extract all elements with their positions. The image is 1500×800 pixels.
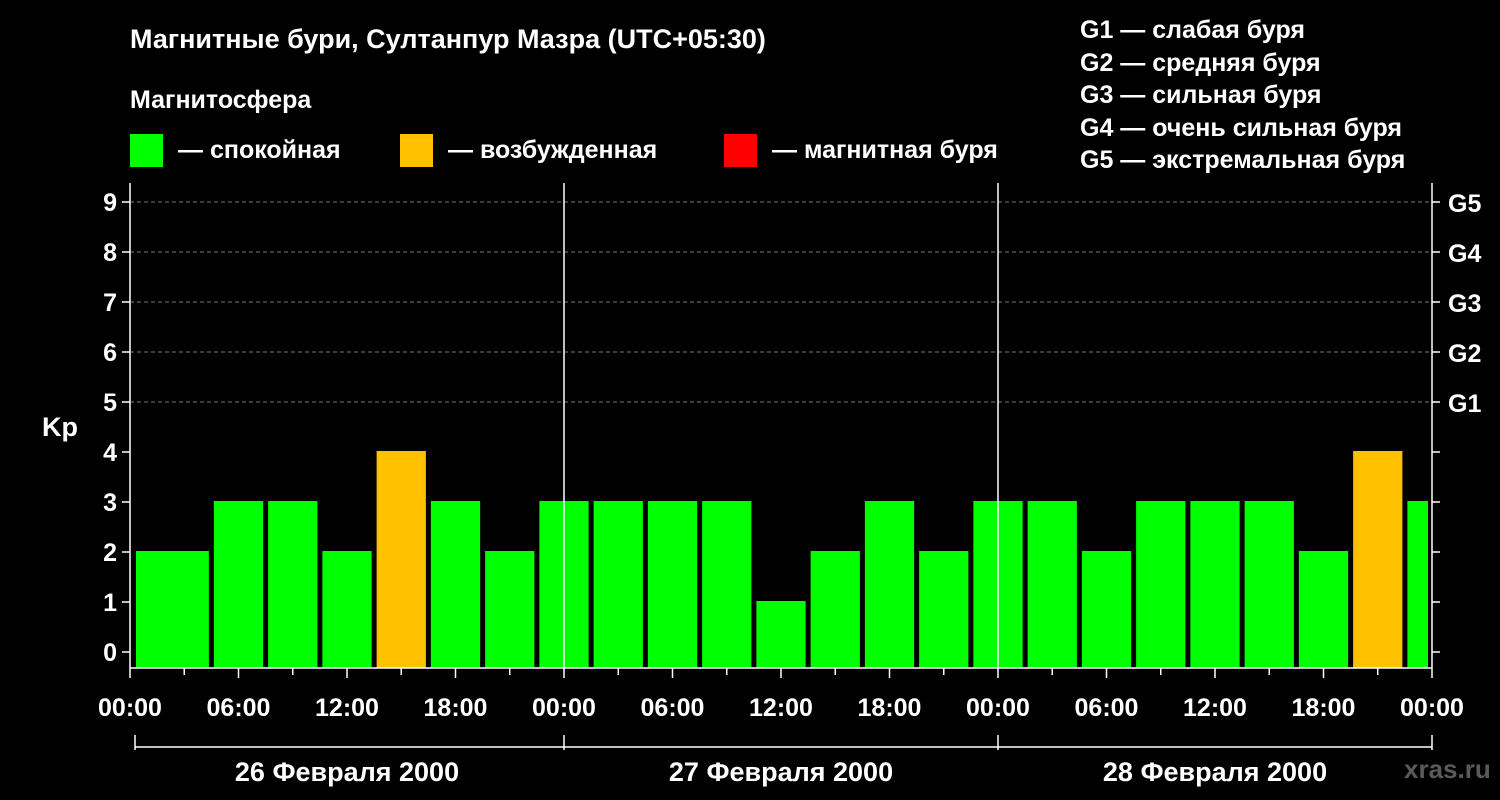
kp-bar [376,451,426,668]
x-tick-label: 12:00 [315,694,379,722]
y-tick-label: 8 [103,239,117,267]
x-tick-label: 00:00 [532,694,596,722]
x-tick-label: 00:00 [98,694,162,722]
kp-bar [268,501,318,668]
kp-bar [593,501,643,668]
x-tick-label: 00:00 [1400,694,1464,722]
kp-bar [430,501,481,668]
y-tick-label: 6 [103,339,117,367]
x-tick-label: 18:00 [1292,694,1356,722]
g-level-label: G3 [1448,290,1481,318]
x-tick-label: 18:00 [424,694,488,722]
watermark: xras.ru [1404,754,1491,784]
y-tick-label: 2 [103,539,117,567]
kp-bar [1244,501,1294,668]
kp-bar [1136,501,1186,668]
y-tick-label: 1 [103,589,117,617]
y-tick-label: 4 [103,439,117,467]
kp-bar [1190,501,1240,668]
x-tick-label: 00:00 [966,694,1030,722]
g-level-label: G2 [1448,340,1481,368]
x-tick-label: 06:00 [1075,694,1139,722]
x-tick-label: 12:00 [749,694,813,722]
x-tick-label: 18:00 [858,694,922,722]
g-level-label: G1 [1448,390,1481,418]
kp-bar [213,501,264,668]
x-tick-label: 12:00 [1183,694,1247,722]
kp-bar-chart: 0 1 2 3 4 5 6 7 8 9 G1 G2 G3 G4 G5 00:00 06:00 12:00 18:00… [98,183,1481,787]
y-tick-label: 3 [103,489,117,517]
kp-bar [647,501,698,668]
kp-bar [136,551,209,668]
x-tick-label: 06:00 [207,694,271,722]
day-label: 28 Февраля 2000 [1103,757,1327,787]
kp-bar [1407,501,1428,668]
kp-bar [1298,551,1349,668]
day-label: 27 Февраля 2000 [669,757,893,787]
y-tick-label: 5 [103,389,117,417]
g-level-label: G5 [1448,190,1481,218]
kp-bar [810,551,860,668]
g-level-label: G4 [1448,240,1481,268]
kp-bar [919,551,969,668]
kp-bar [864,501,915,668]
kp-bar [1353,451,1403,668]
kp-bar [485,551,535,668]
kp-bar [1081,551,1132,668]
y-tick-label: 0 [103,639,117,667]
y-tick-label: 7 [103,289,117,317]
day-label: 26 Февраля 2000 [235,757,459,787]
kp-bar [322,551,372,668]
x-tick-label: 06:00 [641,694,705,722]
kp-bar [702,501,752,668]
kp-bar [756,601,806,668]
y-tick-label: 9 [103,189,117,217]
kp-bar [1027,501,1077,668]
